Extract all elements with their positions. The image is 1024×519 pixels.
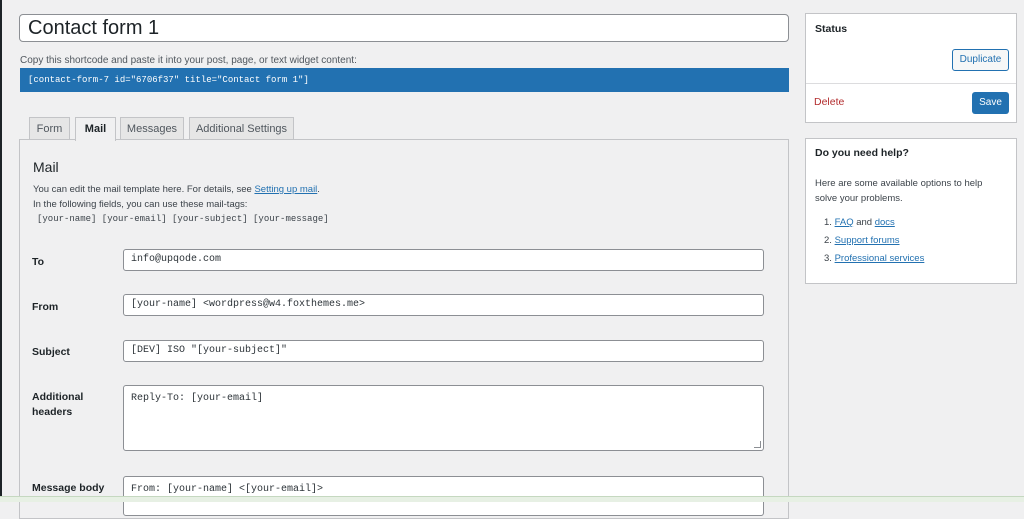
delete-link[interactable]: Delete [814,96,844,108]
resize-handle-icon[interactable] [754,441,761,448]
subject-label: Subject [32,346,70,358]
help-title: Do you need help? [815,147,909,159]
mail-panel [19,139,789,519]
from-label: From [32,301,59,313]
bottom-status-strip [0,496,1024,502]
faq-link[interactable]: FAQ [835,217,854,228]
mail-tags-intro: In the following fields, you can use the… [33,199,248,210]
shortcode-label: Copy this shortcode and paste it into yo… [20,55,357,66]
tab-mail[interactable]: Mail [75,117,116,141]
message-body-label: Message body [32,482,105,494]
help-item-faq: 1. FAQ and docs [824,217,895,228]
help-item-and: and [853,217,875,228]
mail-heading: Mail [33,159,59,175]
help-item-forums: 2. Support forums [824,235,900,246]
subject-field[interactable]: [DEV] ISO "[your-subject]" [123,340,764,362]
mail-tags-list: [your-name] [your-email] [your-subject] … [37,214,329,224]
to-label: To [32,256,45,268]
save-button[interactable]: Save [972,92,1009,114]
setting-up-mail-link[interactable]: Setting up mail [254,184,317,195]
form-title-input[interactable]: Contact form 1 [19,14,789,42]
help-item-services: 3. Professional services [824,253,924,264]
additional-headers-value: Reply-To: [your-email] [131,393,264,404]
docs-link[interactable]: docs [875,217,895,228]
help-item-number: 2. [824,235,832,246]
tab-additional-settings[interactable]: Additional Settings [189,117,294,140]
support-forums-link[interactable]: Support forums [835,235,900,246]
tab-messages[interactable]: Messages [120,117,184,140]
to-field[interactable]: info@upqode.com [123,249,764,271]
status-divider [806,83,1016,84]
additional-headers-label-line1: Additional [32,391,84,403]
shortcode-field[interactable]: [contact-form-7 id="6706f37" title="Cont… [20,68,789,92]
status-title: Status [815,23,848,35]
mail-description: You can edit the mail template here. For… [33,184,320,195]
admin-sidebar-edge [0,0,2,501]
mail-description-end: . [317,184,320,195]
message-body-value: From: [your-name] <[your-email]> [131,484,324,495]
additional-headers-field[interactable]: Reply-To: [your-email] [123,385,764,451]
duplicate-button[interactable]: Duplicate [952,49,1009,71]
additional-headers-label-line2: headers [32,406,73,418]
mail-description-text: You can edit the mail template here. For… [33,184,255,195]
additional-headers-label: Additional headers [32,390,83,420]
help-text: Here are some available options to help … [815,178,983,204]
tab-form[interactable]: Form [29,117,70,140]
from-field[interactable]: [your-name] <wordpress@w4.foxthemes.me> [123,294,764,316]
help-item-number: 3. [824,253,832,264]
professional-services-link[interactable]: Professional services [835,253,925,264]
help-item-number: 1. [824,217,832,228]
